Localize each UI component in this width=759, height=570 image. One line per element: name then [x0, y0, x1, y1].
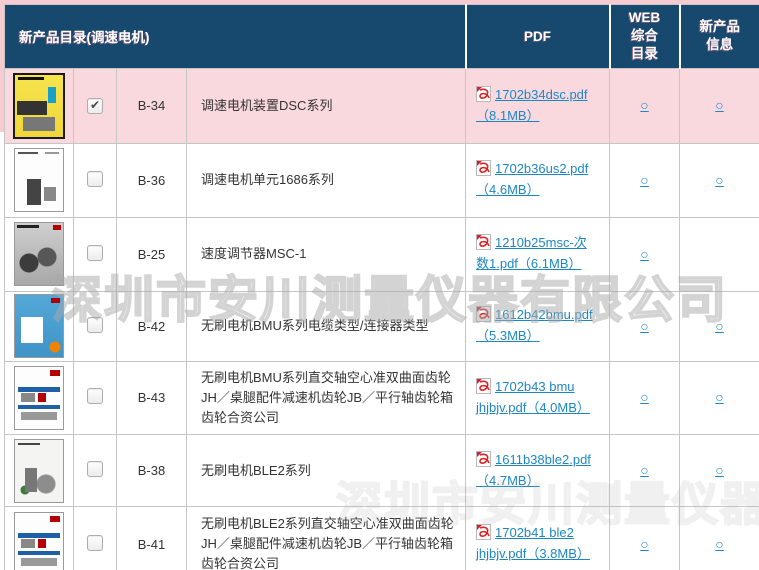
new-product-info-link[interactable]: ○ [715, 389, 723, 405]
new-product-info-link[interactable]: ○ [715, 97, 723, 113]
web-catalog-link[interactable]: ○ [640, 318, 648, 334]
pdf-icon [476, 160, 491, 179]
model-number: B-42 [117, 291, 187, 361]
table-row: B-43 无刷电机BMU系列直交轴空心准双曲面齿轮JH／桌腿配件减速机齿轮JB／… [5, 361, 759, 434]
header-catalog-title: 新产品目录(调速电机) [5, 5, 466, 69]
pdf-link[interactable]: 1210b25msc-次数1.pdf（6.1MB） [476, 235, 587, 271]
model-number: B-43 [117, 361, 187, 434]
pdf-icon [476, 234, 491, 253]
product-description: 无刷电机BMU系列直交轴空心准双曲面齿轮JH／桌腿配件减速机齿轮JB／平行轴齿轮… [187, 361, 466, 434]
web-catalog-link[interactable]: ○ [640, 389, 648, 405]
new-product-info-link[interactable]: ○ [715, 172, 723, 188]
pdf-link[interactable]: 1611b38ble2.pdf（4.7MB） [476, 452, 591, 488]
web-catalog-link[interactable]: ○ [640, 462, 648, 478]
product-description: 速度调节器MSC-1 [187, 217, 466, 291]
product-description: 调速电机装置DSC系列 [187, 68, 466, 143]
table-row: B-36 调速电机单元1686系列 1702b36us2.pdf（4.6MB） … [5, 143, 759, 217]
pdf-link[interactable]: 1702b41 ble2 jhjbjv.pdf（3.8MB） [476, 525, 590, 561]
new-product-catalog-table: 新产品目录(调速电机) PDF WEB 综合 目录 新产品 信息 ✔ B-34 … [4, 4, 759, 570]
model-number: B-34 [117, 68, 187, 143]
model-number: B-36 [117, 143, 187, 217]
row-checkbox[interactable] [87, 245, 103, 261]
table-row: B-42 无刷电机BMU系列电缆类型/连接器类型 1612b42bmu.pdf（… [5, 291, 759, 361]
table-row: B-38 无刷电机BLE2系列 1611b38ble2.pdf（4.7MB） ○… [5, 435, 759, 507]
row-checkbox[interactable] [87, 171, 103, 187]
catalog-thumbnail[interactable] [14, 366, 64, 430]
pdf-icon [476, 524, 491, 543]
header-new-product-info: 新产品 信息 [680, 5, 759, 69]
new-product-info-link[interactable]: ○ [715, 462, 723, 478]
product-description: 无刷电机BMU系列电缆类型/连接器类型 [187, 291, 466, 361]
pdf-icon [476, 306, 491, 325]
web-catalog-link[interactable]: ○ [640, 536, 648, 552]
row-checkbox[interactable]: ✔ [87, 98, 103, 114]
pdf-icon [476, 451, 491, 470]
model-number: B-41 [117, 507, 187, 570]
table-row: B-25 速度调节器MSC-1 1210b25msc-次数1.pdf（6.1MB… [5, 217, 759, 291]
pdf-link[interactable]: 1612b42bmu.pdf（5.3MB） [476, 307, 593, 343]
header-pdf: PDF [466, 5, 610, 69]
pdf-icon [476, 378, 491, 397]
pink-edge-left [0, 0, 4, 132]
product-description: 无刷电机BLE2系列 [187, 435, 466, 507]
catalog-thumbnail[interactable] [14, 222, 64, 286]
row-checkbox[interactable] [87, 388, 103, 404]
catalog-thumbnail[interactable] [14, 512, 64, 570]
catalog-thumbnail[interactable] [14, 148, 64, 212]
product-description: 无刷电机BLE2系列直交轴空心准双曲面齿轮JH／桌腿配件减速机齿轮JB／平行轴齿… [187, 507, 466, 570]
product-description: 调速电机单元1686系列 [187, 143, 466, 217]
new-product-info-link[interactable]: ○ [715, 536, 723, 552]
web-catalog-link[interactable]: ○ [640, 97, 648, 113]
pdf-icon [476, 86, 491, 105]
empty-info-cell [680, 217, 759, 291]
table-row: ✔ B-34 调速电机装置DSC系列 1702b34dsc.pdf（8.1MB）… [5, 68, 759, 143]
row-checkbox[interactable] [87, 461, 103, 477]
catalog-thumbnail[interactable] [14, 294, 64, 358]
pdf-link[interactable]: 1702b34dsc.pdf（8.1MB） [476, 87, 588, 123]
model-number: B-25 [117, 217, 187, 291]
table-row: B-41 无刷电机BLE2系列直交轴空心准双曲面齿轮JH／桌腿配件减速机齿轮JB… [5, 507, 759, 570]
web-catalog-link[interactable]: ○ [640, 172, 648, 188]
catalog-thumbnail[interactable] [13, 73, 65, 139]
new-product-info-link[interactable]: ○ [715, 318, 723, 334]
catalog-page: 新产品目录(调速电机) PDF WEB 综合 目录 新产品 信息 ✔ B-34 … [0, 0, 759, 570]
web-catalog-link[interactable]: ○ [640, 246, 648, 262]
pink-edge-top [0, 0, 759, 4]
row-checkbox[interactable] [87, 317, 103, 333]
model-number: B-38 [117, 435, 187, 507]
pdf-link[interactable]: 1702b43 bmu jhjbjv.pdf（4.0MB） [476, 379, 590, 415]
pdf-link[interactable]: 1702b36us2.pdf（4.6MB） [476, 161, 588, 197]
row-checkbox[interactable] [87, 535, 103, 551]
header-row: 新产品目录(调速电机) PDF WEB 综合 目录 新产品 信息 [5, 5, 759, 69]
catalog-thumbnail[interactable] [14, 439, 64, 503]
header-web-catalog: WEB 综合 目录 [610, 5, 680, 69]
